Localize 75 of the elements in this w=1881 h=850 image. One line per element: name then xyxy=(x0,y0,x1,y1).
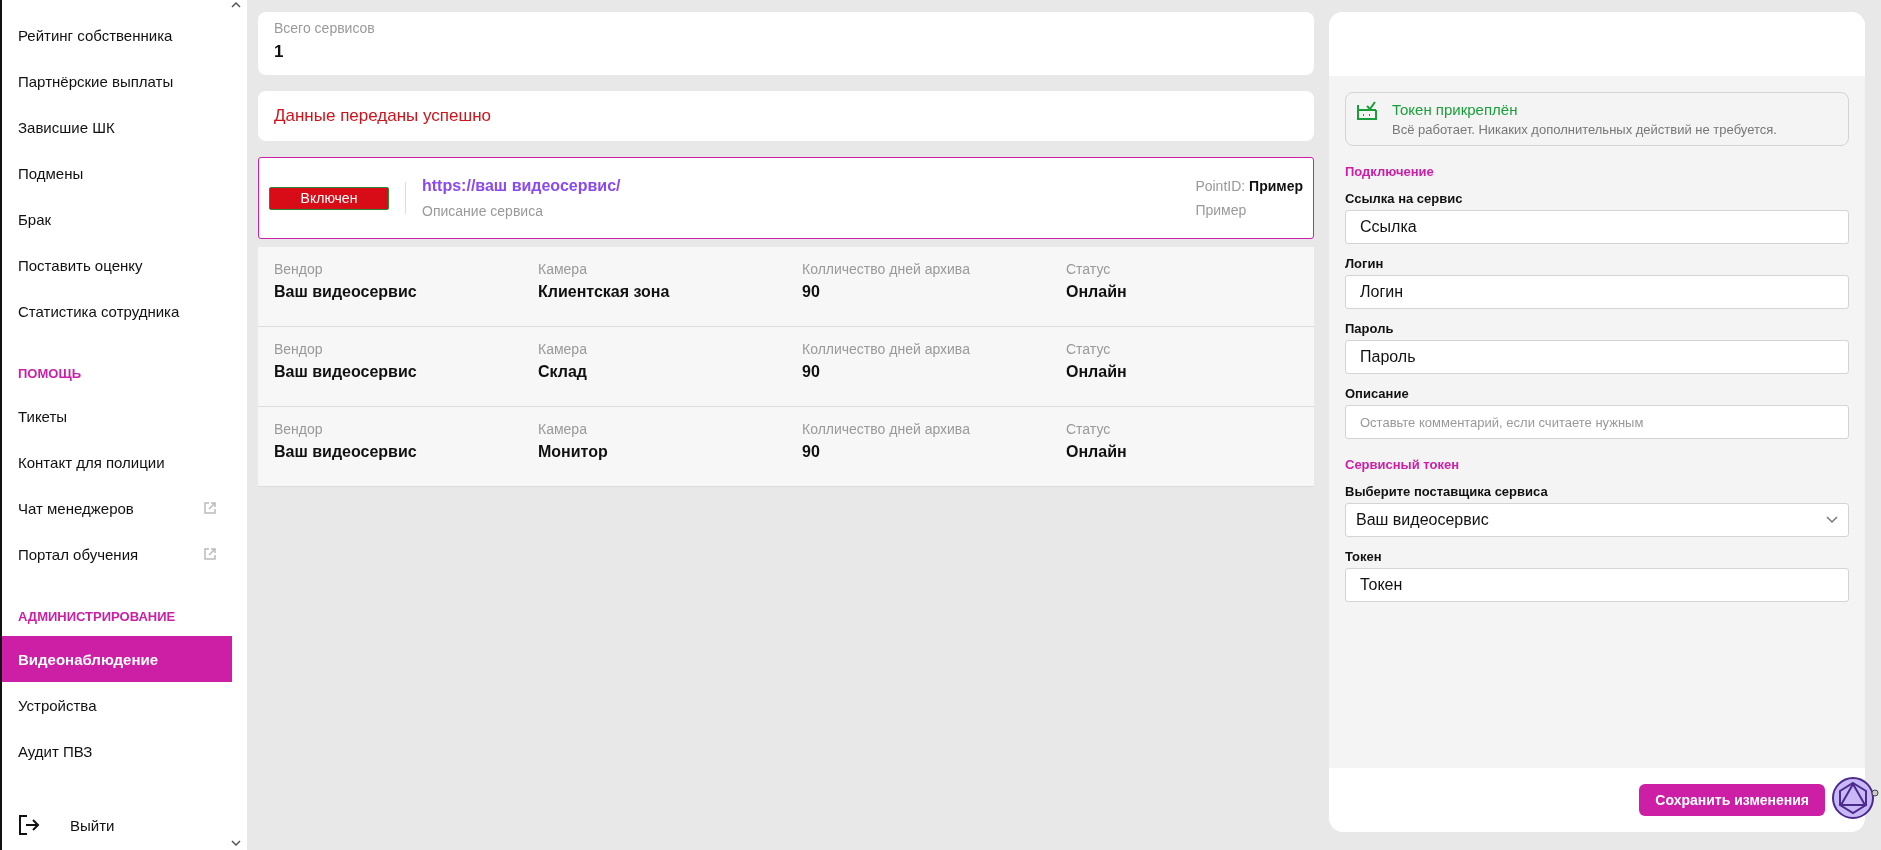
input-field[interactable]: Пароль xyxy=(1345,340,1849,374)
sidebar-item[interactable]: Брак xyxy=(2,196,232,242)
logout-icon xyxy=(18,814,40,836)
assistant-icon[interactable] xyxy=(1831,774,1879,822)
table-cell-text: Онлайн xyxy=(1066,363,1128,381)
status-button[interactable]: Включен xyxy=(269,186,389,210)
table-cell-text: Онлайн xyxy=(1066,283,1128,301)
field-label: Описание xyxy=(1345,386,1410,401)
external-link-icon xyxy=(204,502,216,514)
field-label: Логин xyxy=(1345,256,1385,271)
service-card[interactable]: Включен https://ваш видеосервис/ Описание сервиса PointID: Пример Пример xyxy=(258,157,1314,239)
form-section-title: Подключение xyxy=(1345,164,1435,179)
table-cell-text: Ваш видеосервис xyxy=(274,363,418,381)
table-cell-text: 90 xyxy=(802,363,821,381)
table-cell-text: Монитор xyxy=(538,443,609,461)
sidebar-item[interactable]: Статистика сотрудника xyxy=(2,288,232,334)
chevron-down-icon xyxy=(1826,516,1838,524)
input-field[interactable]: Токен xyxy=(1345,568,1849,602)
point-id: PointID: Пример xyxy=(1195,178,1303,194)
input-field[interactable]: Ссылка xyxy=(1345,210,1849,244)
form-section-title: Сервисный токен xyxy=(1345,457,1461,472)
field-label: Токен xyxy=(1345,549,1383,564)
table-cell-text: Ваш видеосервис xyxy=(274,443,418,461)
column-label: Статус xyxy=(1066,421,1112,437)
basket-check-icon xyxy=(1356,101,1378,123)
point-name: Пример xyxy=(1195,202,1248,218)
table-cell-text: Склад xyxy=(538,363,588,381)
column-label: Камера xyxy=(538,341,588,357)
select-field[interactable]: Ваш видеосервис xyxy=(1345,503,1849,537)
sidebar-section-title: АДМИНИСТРИРОВАНИЕ xyxy=(17,608,177,626)
input-field[interactable]: Оставьте комментарий, если считаете нужным xyxy=(1345,405,1849,439)
column-label: Вендор xyxy=(274,341,324,357)
table-cell-text: 90 xyxy=(802,443,821,461)
scroll-down-icon[interactable] xyxy=(231,840,241,846)
field-label: Ссылка на сервис xyxy=(1345,191,1464,206)
sidebar-item[interactable]: Видеонаблюдение xyxy=(2,636,232,682)
column-label: Статус xyxy=(1066,261,1112,277)
sidebar-item[interactable]: Аудит ПВЗ xyxy=(2,728,232,774)
scroll-up-icon[interactable] xyxy=(231,2,241,8)
sidebar-section-title: ПОМОЩЬ xyxy=(17,365,82,383)
sidebar-item[interactable]: Чат менеджеров xyxy=(2,485,232,531)
column-label: Колличество дней архива xyxy=(802,421,971,437)
column-label: Колличество дней архива xyxy=(802,261,971,277)
sidebar-item[interactable]: Устройства xyxy=(2,682,232,728)
logout-button[interactable]: Выйти xyxy=(2,806,131,844)
success-message: Данные переданы успешно xyxy=(274,106,491,125)
summary-value: 1 xyxy=(274,42,285,62)
save-button[interactable]: Сохранить изменения xyxy=(1639,784,1825,816)
sidebar-item[interactable]: Поставить оценку xyxy=(2,242,232,288)
table-cell-text: Онлайн xyxy=(1066,443,1128,461)
notice-title: Токен прикреплён xyxy=(1392,101,1519,118)
notice-text: Всё работает. Никаких дополнительных действий не требуется. xyxy=(1392,122,1777,137)
column-label: Камера xyxy=(538,421,588,437)
service-description: Описание сервиса xyxy=(422,203,544,219)
column-label: Камера xyxy=(538,261,588,277)
column-label: Вендор xyxy=(274,261,324,277)
input-field[interactable]: Логин xyxy=(1345,275,1849,309)
sidebar-item[interactable]: Подмены xyxy=(2,150,232,196)
table-cell-text: Клиентская зона xyxy=(538,283,671,301)
summary-label: Всего сервисов xyxy=(274,20,376,36)
sidebar-item[interactable]: Партнёрские выплаты xyxy=(2,58,232,104)
sidebar-item[interactable]: Тикеты xyxy=(2,393,232,439)
table-cell-text: 90 xyxy=(802,283,821,301)
sidebar-item[interactable]: Контакт для полиции xyxy=(2,439,232,485)
service-link[interactable]: https://ваш видеосервис/ xyxy=(422,177,1196,195)
external-link-icon xyxy=(204,548,216,560)
column-label: Колличество дней архива xyxy=(802,341,971,357)
sidebar-item[interactable]: Рейтинг собственника xyxy=(2,12,232,58)
sidebar-item[interactable]: Зависшие ШК xyxy=(2,104,232,150)
column-label: Статус xyxy=(1066,341,1112,357)
sidebar-item[interactable]: Портал обучения xyxy=(2,531,232,577)
table-cell-text: Ваш видеосервис xyxy=(274,283,418,301)
field-label: Пароль xyxy=(1345,321,1395,336)
column-label: Вендор xyxy=(274,421,324,437)
field-label: Выберите поставщика сервиса xyxy=(1345,484,1549,499)
